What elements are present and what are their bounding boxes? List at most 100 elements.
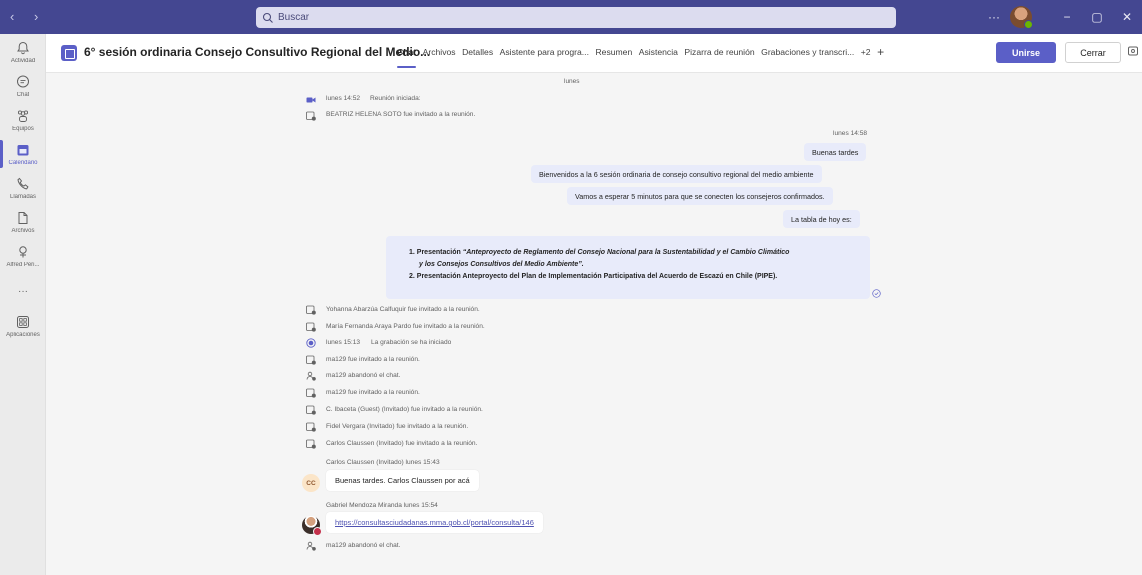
file-icon <box>18 212 28 224</box>
close-meeting-button[interactable]: Cerrar <box>1065 42 1121 63</box>
event-invite-ma129: ma129 fue invitado a la reunión. <box>326 356 420 363</box>
tab-attendance[interactable]: Asistencia <box>639 47 678 57</box>
carlos-message-text: Buenas tardes. Carlos Claussen por acá <box>335 476 470 485</box>
popout-icon[interactable] <box>1127 45 1139 57</box>
my-message-1-text: Buenas tardes <box>812 147 859 157</box>
tab-chat[interactable]: Chat <box>397 47 417 68</box>
agenda-item-2: 2. Presentación Anteproyecto del Plan de… <box>409 273 778 280</box>
bell-icon <box>17 41 29 55</box>
chat-icon <box>17 75 29 88</box>
gabriel-message-link[interactable]: https://consultasciudadanas.mma.gob.cl/p… <box>335 518 534 527</box>
meeting-tabs: Chat Archivos Detalles Asistente para pr… <box>397 46 884 68</box>
agenda-item-1-line-2: y los Consejos Consultivos del Medio Amb… <box>419 261 584 268</box>
meeting-title: 6° sesión ordinaria Consejo Consultivo R… <box>84 45 431 59</box>
agenda-item-1-line-1: 1. Presentación “Anteproyecto de Reglame… <box>409 249 790 256</box>
calendar-invite-icon <box>306 439 316 449</box>
rail-label-alfred: Alfred Peri... <box>6 262 40 268</box>
minimize-button[interactable]: − <box>1052 10 1082 24</box>
event-invite-ibaceta: C. Ibaceta (Guest) (Invitado) fue invita… <box>326 406 483 413</box>
my-message-3[interactable]: Vamos a esperar 5 minutos para que se co… <box>567 187 833 205</box>
tab-recordings[interactable]: Grabaciones y transcri... <box>761 47 854 57</box>
rail-label-teams: Equipos <box>12 126 34 132</box>
tab-more-count[interactable]: +2 <box>861 47 871 57</box>
rail-item-activity[interactable]: Actividad <box>0 40 46 64</box>
calendar-invite-icon <box>306 405 316 415</box>
rail-item-calendar[interactable]: Calendario <box>0 142 46 166</box>
gabriel-message[interactable]: https://consultasciudadanas.mma.gob.cl/p… <box>326 512 543 533</box>
meeting-header: 6° sesión ordinaria Consejo Consultivo R… <box>46 34 1142 73</box>
avatar-carlos[interactable]: CC <box>302 474 320 492</box>
my-message-4[interactable]: La tabla de hoy es: <box>783 210 860 228</box>
my-message-3-text: Vamos a esperar 5 minutos para que se co… <box>575 191 825 201</box>
maximize-button[interactable]: ▢ <box>1082 10 1112 24</box>
date-separator: lunes <box>564 78 580 85</box>
more-icon: ··· <box>18 286 28 297</box>
event-invite-fidel: Fidel Vergara (Invitado) fue invitado a … <box>326 423 469 430</box>
recording-text: La grabación se ha iniciado <box>371 339 452 346</box>
recording-icon <box>306 338 316 348</box>
my-message-2-text: Bienvenidos a la 6 sesión ordinaria de c… <box>539 169 814 179</box>
rail-label-calendar: Calendario <box>8 160 38 166</box>
tab-files[interactable]: Archivos <box>423 47 456 57</box>
chat-area: lunes lunes 14:52 Reunión iniciada: BEAT… <box>46 73 1142 575</box>
my-message-1[interactable]: Buenas tardes <box>804 143 867 161</box>
carlos-message[interactable]: Buenas tardes. Carlos Claussen por acá <box>326 470 479 491</box>
gabriel-message-header: Gabriel Mendoza Miranda lunes 15:54 <box>326 502 438 509</box>
meeting-started-time: lunes 14:52 <box>326 95 361 102</box>
meeting-started-text: Reunión iniciada: <box>370 95 421 102</box>
calendar-invite-icon <box>306 111 316 121</box>
close-window-button[interactable]: ✕ <box>1112 10 1142 24</box>
people-leave-icon <box>306 541 316 551</box>
teams-icon <box>17 110 29 122</box>
user-avatar[interactable] <box>1010 6 1033 29</box>
agenda-list-message[interactable]: 1. Presentación “Anteproyecto de Reglame… <box>386 236 870 299</box>
rail-item-chat[interactable]: Chat <box>0 74 46 98</box>
recording-time: lunes 15:13 <box>326 339 361 346</box>
calendar-invite-icon <box>306 422 316 432</box>
tab-scheduling-assistant[interactable]: Asistente para progra... <box>500 47 589 57</box>
rail-item-apps[interactable]: Aplicaciones <box>0 314 46 338</box>
search-icon <box>262 12 273 23</box>
video-camera-icon <box>306 97 316 103</box>
rail-item-teams[interactable]: Equipos <box>0 108 46 132</box>
avatar-gabriel[interactable] <box>302 516 322 536</box>
calendar-invite-icon <box>306 355 316 365</box>
rail-label-activity: Actividad <box>10 58 36 64</box>
rail-label-chat: Chat <box>16 92 30 98</box>
nav-arrows[interactable]: ‹ › <box>10 9 46 24</box>
calendar-icon <box>17 145 29 156</box>
event-invite-yohanna: Yohanna Abarzúa Calfuquir fue invitado a… <box>326 306 480 313</box>
rail-label-apps: Aplicaciones <box>6 332 40 338</box>
event-invite-beatriz: BEATRIZ HELENA SOTO fue invitado a la re… <box>326 111 476 118</box>
rail-item-calls[interactable]: Llamadas <box>0 176 46 200</box>
my-message-4-text: La tabla de hoy es: <box>791 214 852 224</box>
rail-more-apps[interactable]: ··· <box>0 284 46 297</box>
app-icon <box>19 246 27 258</box>
calendar-invite-icon <box>306 388 316 398</box>
my-message-2[interactable]: Bienvenidos a la 6 sesión ordinaria de c… <box>531 165 822 183</box>
carlos-message-header: Carlos Claussen (Invitado) lunes 15:43 <box>326 459 440 466</box>
people-leave-icon <box>306 371 316 381</box>
tab-whiteboard[interactable]: Pizarra de reunión <box>684 47 754 57</box>
event-invite-maria: María Fernanda Araya Pardo fue invitado … <box>326 323 485 330</box>
search-input[interactable] <box>278 12 858 23</box>
rail-item-files[interactable]: Archivos <box>0 210 46 234</box>
apps-icon <box>17 316 29 328</box>
event-invite-ma129-again: ma129 fue invitado a la reunión. <box>326 389 420 396</box>
title-bar: ‹ › ··· − ▢ ✕ <box>0 0 1142 34</box>
seen-check-icon <box>872 289 881 298</box>
rail-label-files: Archivos <box>11 228 35 234</box>
join-button[interactable]: Unirse <box>996 42 1056 63</box>
meeting-calendar-icon <box>61 45 77 61</box>
my-message-timestamp: lunes 14:58 <box>833 130 868 137</box>
tab-recap[interactable]: Resumen <box>595 47 632 57</box>
calendar-invite-icon <box>306 305 316 315</box>
rail-item-alfred[interactable]: Alfred Peri... <box>0 244 46 268</box>
more-options-icon[interactable]: ··· <box>988 10 1000 24</box>
rail-label-calls: Llamadas <box>9 194 36 200</box>
phone-icon <box>17 177 29 190</box>
tab-details[interactable]: Detalles <box>462 47 493 57</box>
event-left-ma129: ma129 abandonó el chat. <box>326 372 401 379</box>
add-tab-icon[interactable]: + <box>877 46 884 58</box>
search-box[interactable] <box>256 7 896 28</box>
